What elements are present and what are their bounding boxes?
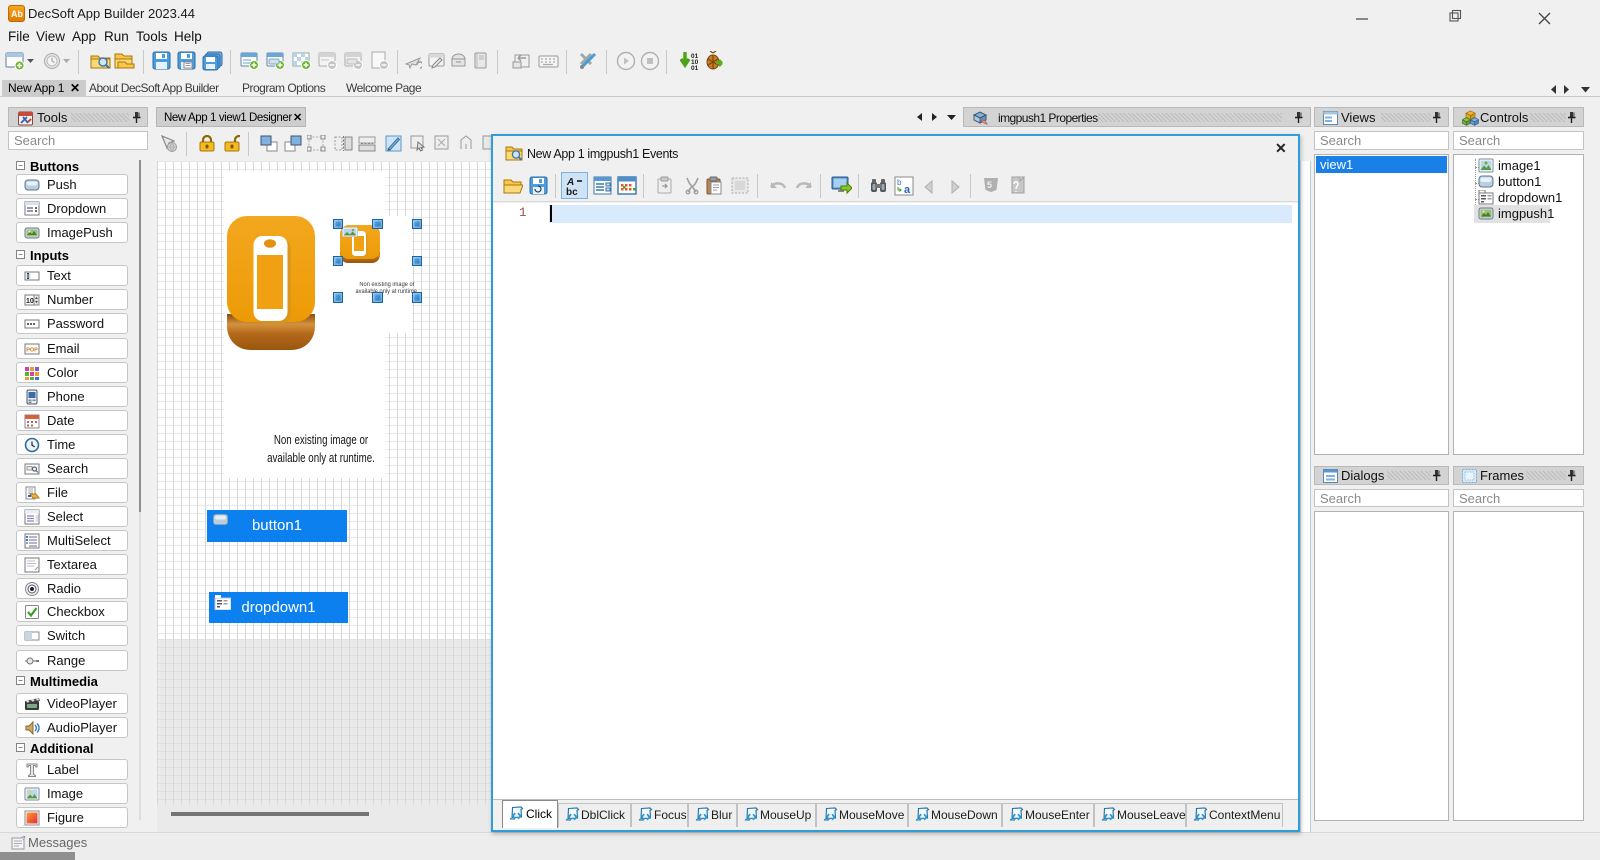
svg-text:01: 01 xyxy=(691,65,699,71)
svg-text:5: 5 xyxy=(987,180,992,190)
svg-text:b: b xyxy=(897,178,902,187)
svg-text:10: 10 xyxy=(26,298,34,305)
svg-text:a: a xyxy=(904,184,911,196)
svg-text:POP: POP xyxy=(26,348,38,354)
svg-text:bc: bc xyxy=(566,187,578,197)
